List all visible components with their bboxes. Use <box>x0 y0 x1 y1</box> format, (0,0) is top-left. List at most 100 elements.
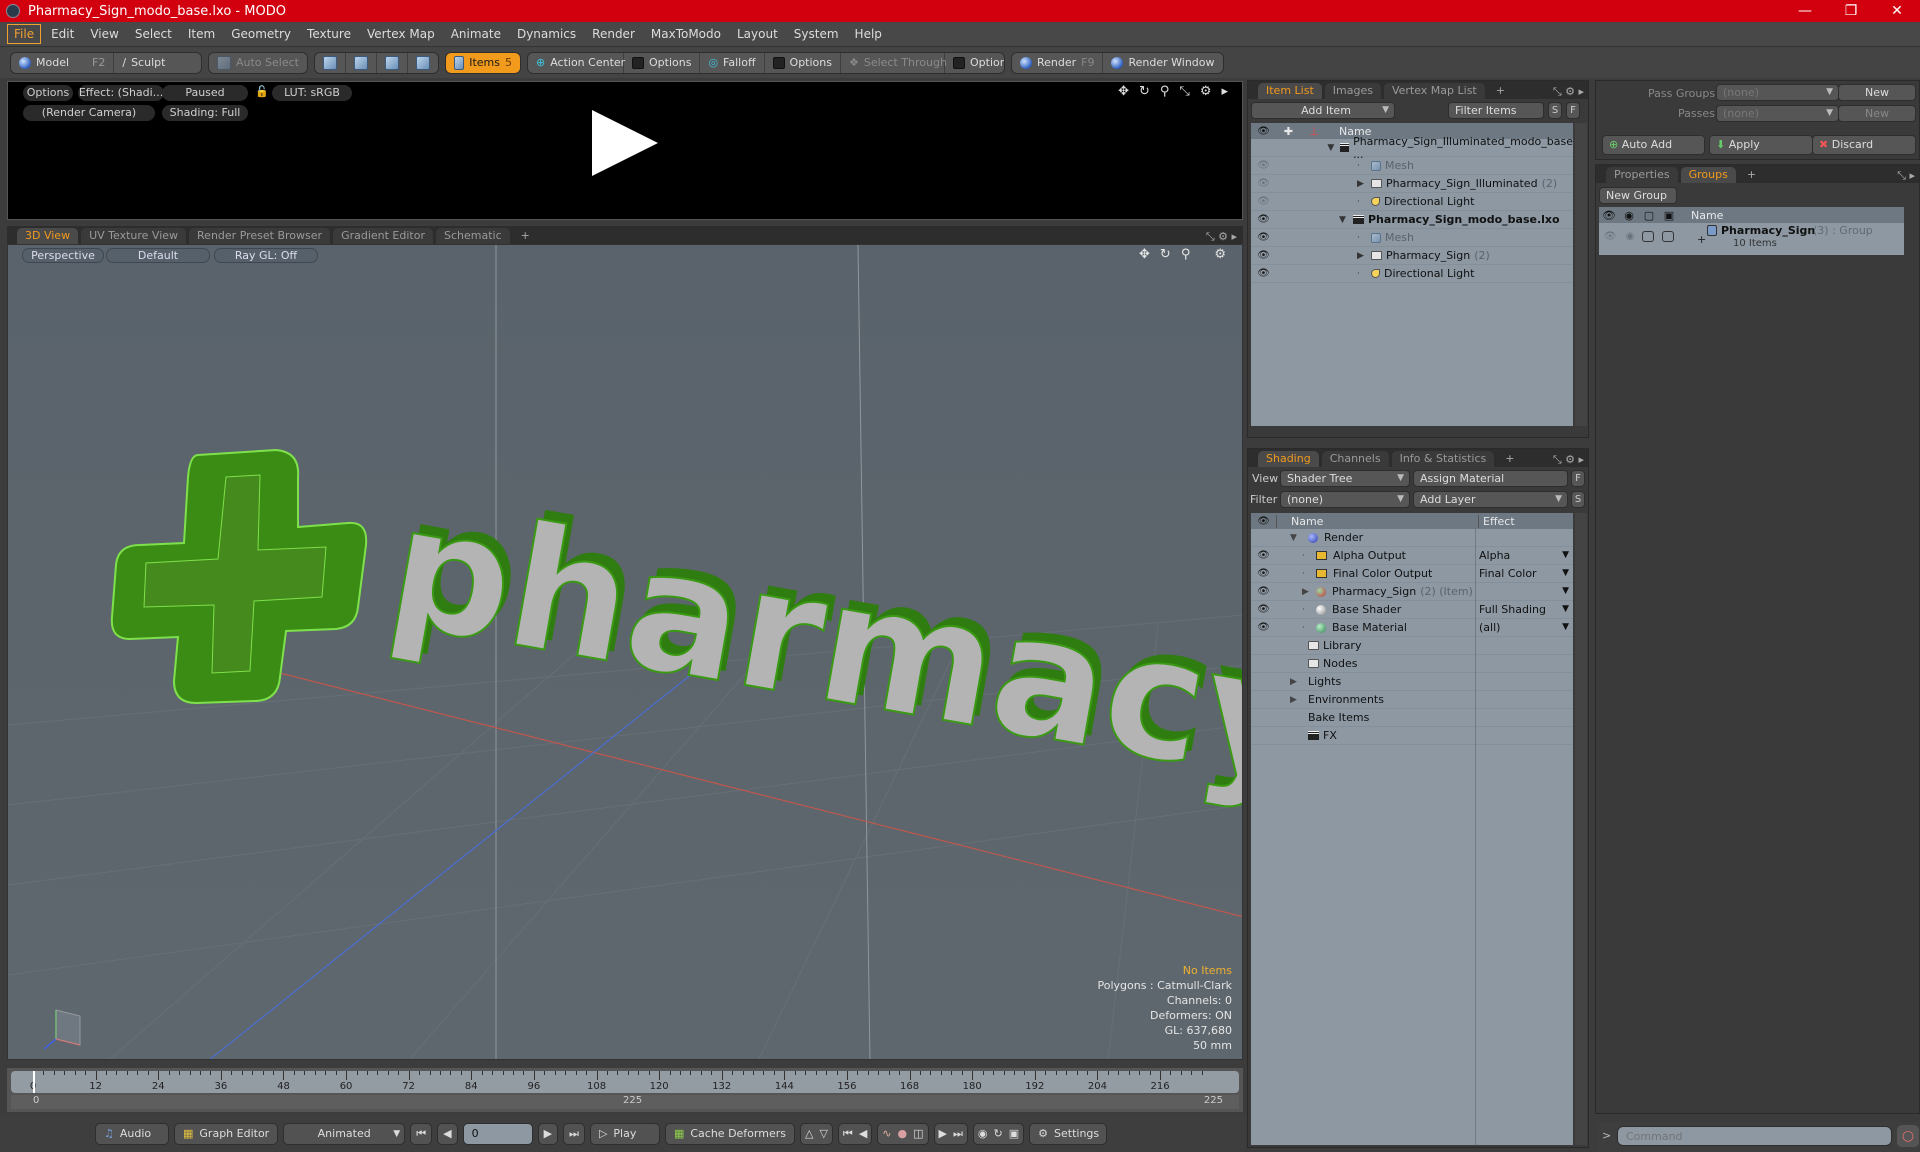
go-to-start-button[interactable]: ⏮ <box>410 1122 433 1145</box>
auto-select-button[interactable]: Auto Select <box>209 53 307 73</box>
3d-viewport[interactable]: -X pharmacy pharmacy Perspective Default… <box>7 244 1243 1060</box>
command-input[interactable] <box>1617 1126 1892 1146</box>
item-list-row[interactable]: 👁 · Mesh <box>1251 229 1573 247</box>
item-list-row[interactable]: 👁 · Mesh <box>1251 157 1573 175</box>
menu-render[interactable]: Render <box>586 25 641 43</box>
arrow-right-icon[interactable]: ▸ <box>1221 84 1228 99</box>
item-list-row[interactable]: 👁 ▶ Pharmacy_Sign (2) <box>1251 247 1573 265</box>
collapsed-arrow-icon[interactable]: ▶ <box>1302 587 1316 597</box>
menu-help[interactable]: Help <box>849 25 888 43</box>
effect-dropdown-icon[interactable]: ▼ <box>1562 550 1569 560</box>
menu-item[interactable]: Item <box>182 25 221 43</box>
shader-tree-row[interactable]: Bake Items <box>1251 709 1573 727</box>
item-list-row[interactable]: 👁 · Directional Light <box>1251 265 1573 283</box>
panel-controls-icon[interactable]: ⤡ ▸ <box>1897 169 1919 183</box>
filter-f-button[interactable]: F <box>1566 102 1580 119</box>
raygl-dropdown[interactable]: Ray GL: Off <box>214 248 318 263</box>
lock-checkbox[interactable] <box>1642 231 1654 242</box>
filter-s-button[interactable]: S <box>1548 102 1562 119</box>
record-macro-icon[interactable]: ○ <box>1897 1125 1919 1147</box>
effect-dropdown-icon[interactable]: ▼ <box>1562 604 1569 614</box>
zoom-icon[interactable]: ⚲ <box>1160 84 1170 99</box>
shader-tree-row[interactable]: ▼ Render <box>1251 529 1573 547</box>
shader-tree-row[interactable]: Library <box>1251 637 1573 655</box>
item-list-row[interactable]: 👁 ▶ Pharmacy_Sign_Illuminated (2) <box>1251 175 1573 193</box>
collapsed-arrow-icon[interactable]: ▶ <box>1357 251 1371 261</box>
visibility-toggle-icon[interactable]: 👁 <box>1251 568 1276 579</box>
filter-items-input[interactable]: Filter Items <box>1448 102 1544 119</box>
visibility-toggle-icon[interactable]: 👁 <box>1603 231 1617 242</box>
menu-layout[interactable]: Layout <box>731 25 784 43</box>
add-tab-button[interactable]: + <box>1497 451 1522 467</box>
add-tab-button[interactable]: + <box>1739 167 1764 183</box>
effect-dropdown-icon[interactable]: ▼ <box>1562 568 1569 578</box>
group-row[interactable]: 👁 ◉ + Pharmacy_Sign (3) : Group 10 Items <box>1599 223 1904 255</box>
timeline-ruler[interactable]: 0122436486072849610812013214415616818019… <box>11 1071 1239 1093</box>
pan-icon[interactable]: ✥ <box>1118 84 1129 99</box>
shader-tree-row[interactable]: FX <box>1251 727 1573 745</box>
playhead[interactable] <box>33 1071 35 1093</box>
discard-button[interactable]: ✖ Discard <box>1812 135 1916 155</box>
effect-dropdown[interactable]: Effect: (Shadi... <box>78 85 164 101</box>
lock-icon[interactable]: 🔓 <box>255 85 269 98</box>
item-list-row[interactable]: ▼ Pharmacy_Sign_Illuminated_modo_base ... <box>1251 135 1573 161</box>
collapsed-arrow-icon[interactable]: ▶ <box>1290 695 1308 705</box>
perspective-dropdown[interactable]: Perspective <box>22 248 104 263</box>
items-mode-button[interactable]: Items 5 <box>445 52 520 73</box>
tab-uv-texture-view[interactable]: UV Texture View <box>81 228 187 244</box>
shader-tree-row[interactable]: ▶ Environments <box>1251 691 1573 709</box>
cache-deformers-button[interactable]: ▦ Cache Deformers <box>664 1122 795 1145</box>
materials-mode-button[interactable] <box>408 53 438 73</box>
item-list-row[interactable]: 👁 ▼ Pharmacy_Sign_modo_base.lxo <box>1251 211 1573 229</box>
shader-tree-row[interactable]: 👁 · Alpha Output Alpha ▼ <box>1251 547 1573 565</box>
collapsed-arrow-icon[interactable]: ▶ <box>1357 179 1371 189</box>
effect-dropdown-icon[interactable]: ▼ <box>1562 586 1569 596</box>
expanded-arrow-icon[interactable]: ▼ <box>1339 215 1353 225</box>
menu-vertex-map[interactable]: Vertex Map <box>361 25 441 43</box>
menu-system[interactable]: System <box>788 25 845 43</box>
key-tools[interactable]: ◉ ↻ ▣ <box>972 1122 1025 1145</box>
menu-edit[interactable]: Edit <box>45 25 80 43</box>
new-pass-group-button[interactable]: New <box>1838 84 1916 101</box>
shader-tree-row[interactable]: Nodes <box>1251 655 1573 673</box>
visibility-toggle-icon[interactable]: 👁 <box>1251 160 1276 171</box>
visibility-toggle-icon[interactable]: 👁 <box>1251 622 1276 633</box>
add-tab-button[interactable]: + <box>1488 83 1513 99</box>
tab-schematic[interactable]: Schematic <box>436 228 510 244</box>
shader-tree-row[interactable]: 👁 · Base Shader Full Shading ▼ <box>1251 601 1573 619</box>
zoom-icon[interactable]: ⚲ <box>1181 247 1191 262</box>
visibility-toggle-icon[interactable]: 👁 <box>1251 604 1276 615</box>
visibility-toggle-icon[interactable]: 👁 <box>1251 550 1276 561</box>
pharmacy-text-model[interactable]: pharmacy <box>375 466 1243 823</box>
pass-groups-dropdown[interactable]: (none) ▼ <box>1716 84 1839 101</box>
panel-controls-icon[interactable]: ⤡ ⚙ ▸ <box>1553 85 1588 99</box>
rotate-icon[interactable]: ↻ <box>1139 84 1150 99</box>
sculpt-mode-button[interactable]: ∕ Sculpt <box>114 53 201 73</box>
go-to-end-button[interactable]: ⏭ <box>563 1122 585 1145</box>
tab-item-list[interactable]: Item List <box>1258 83 1322 99</box>
maximize-icon[interactable]: ⤡ <box>1179 84 1189 99</box>
expanded-arrow-icon[interactable]: ▼ <box>1290 533 1308 543</box>
menu-texture[interactable]: Texture <box>301 25 357 43</box>
animated-dropdown[interactable]: Animated ▼ <box>283 1122 406 1145</box>
filter-dropdown[interactable]: (none) ▼ <box>1280 491 1410 508</box>
tab-groups[interactable]: Groups <box>1680 167 1736 183</box>
collapsed-arrow-icon[interactable]: ▶ <box>1290 677 1308 687</box>
render-toggle-icon[interactable]: ◉ <box>1623 231 1637 242</box>
key-controls[interactable]: △ ▽ <box>799 1122 833 1145</box>
shading-style-dropdown[interactable]: Default <box>106 248 210 263</box>
paused-button[interactable]: Paused <box>162 85 248 101</box>
shader-tree-row[interactable]: 👁 · Final Color Output Final Color ▼ <box>1251 565 1573 583</box>
menu-select[interactable]: Select <box>129 25 178 43</box>
shader-tree-row[interactable]: ▶ Lights <box>1251 673 1573 691</box>
visibility-toggle-icon[interactable]: 👁 <box>1251 214 1276 225</box>
polygons-mode-button[interactable] <box>377 52 408 73</box>
expand-icon[interactable]: + <box>1697 233 1706 246</box>
visibility-toggle-icon[interactable]: 👁 <box>1251 196 1276 207</box>
graph-editor-button[interactable]: ▦ Graph Editor <box>174 1122 279 1145</box>
visibility-toggle-icon[interactable]: 👁 <box>1251 178 1276 189</box>
record-controls[interactable]: ∿ ● ◫ <box>877 1122 929 1145</box>
action-center-options-button[interactable]: Options <box>624 52 701 73</box>
tab-3d-view[interactable]: 3D View <box>17 228 79 244</box>
frame-input[interactable]: 0 <box>462 1122 533 1145</box>
